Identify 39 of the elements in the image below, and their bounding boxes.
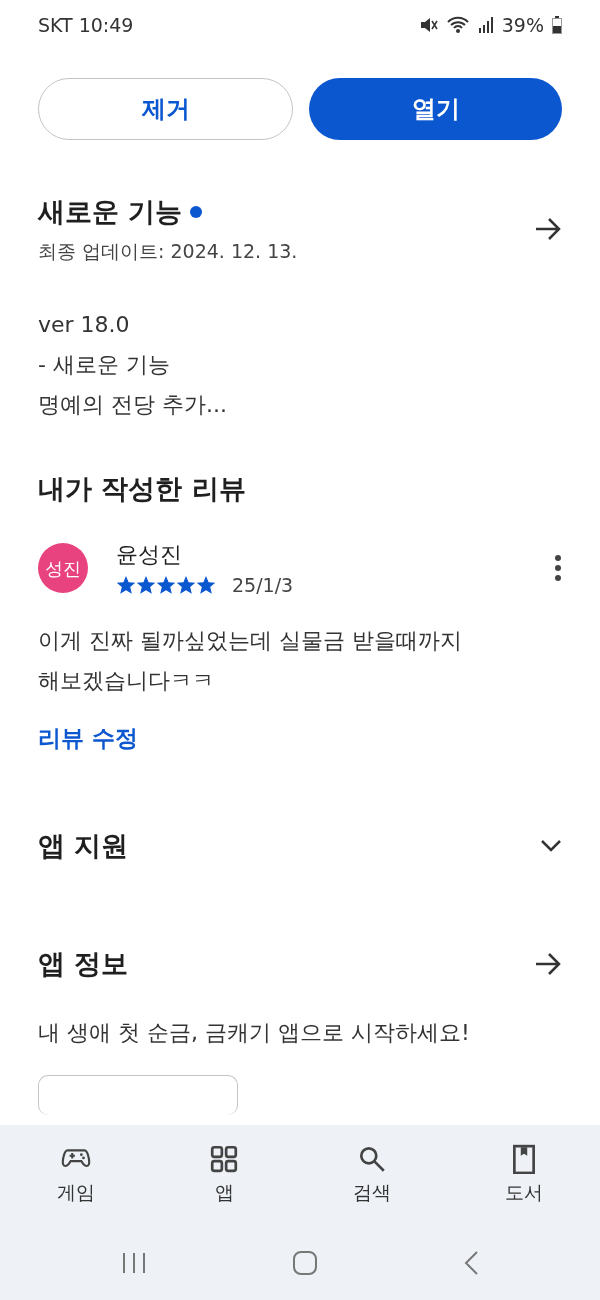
expand-chevron-icon[interactable]	[540, 838, 562, 853]
status-time: SKT 10:49	[38, 12, 134, 38]
star-icon	[196, 574, 216, 595]
open-button[interactable]: 열기	[309, 78, 562, 140]
star-icon	[136, 574, 156, 595]
home-icon[interactable]	[292, 1249, 318, 1276]
star-icon	[156, 574, 176, 595]
arrow-icon[interactable]	[534, 952, 562, 977]
release-note-line: ver 18.0	[38, 311, 131, 339]
nav-tab[interactable]: 앱	[152, 1125, 296, 1225]
section-title: 앱 정보	[38, 947, 129, 981]
review-date: 25/1/3	[232, 572, 294, 598]
nav-tab[interactable]: 게임	[0, 1125, 152, 1225]
nav-tab[interactable]: 검색	[296, 1125, 448, 1225]
review-text: 이게 진짜 될까싶었는데 실물금 받을때까지 해보겠습니다ㅋㅋ	[38, 627, 463, 695]
back-icon[interactable]	[463, 1249, 480, 1276]
release-note-line: 명예의 전당 추가...	[38, 391, 228, 419]
arrow-icon[interactable]	[534, 216, 562, 241]
section-title: 새로운 기능	[38, 195, 183, 229]
star-icon	[116, 574, 136, 595]
reviewer-name: 윤성진	[116, 540, 183, 569]
star-icon	[176, 574, 196, 595]
recents-icon[interactable]	[120, 1250, 147, 1275]
nav-tab[interactable]: 도서	[448, 1125, 600, 1225]
wifi-icon	[445, 16, 470, 34]
release-note-line: - 새로운 기능	[38, 351, 171, 379]
app-description: 내 생애 첫 순금, 금캐기 앱으로 시작하세요!	[38, 1018, 471, 1047]
update-date: 최종 업데이트: 2024. 12. 13.	[38, 238, 298, 264]
avatar: 성진	[38, 543, 88, 594]
more-icon[interactable]	[554, 554, 562, 583]
battery-icon	[552, 16, 562, 34]
remove-button[interactable]: 제거	[38, 78, 293, 140]
edit-review-link[interactable]: 리뷰 수정	[38, 721, 562, 756]
apps-grid-icon	[209, 1143, 239, 1174]
section-title: 앱 지원	[38, 828, 129, 863]
section-title: 내가 작성한 리뷰	[38, 472, 247, 506]
mute-icon	[419, 17, 438, 33]
signal-icon	[477, 17, 494, 33]
battery-percent: 39%	[501, 12, 544, 38]
